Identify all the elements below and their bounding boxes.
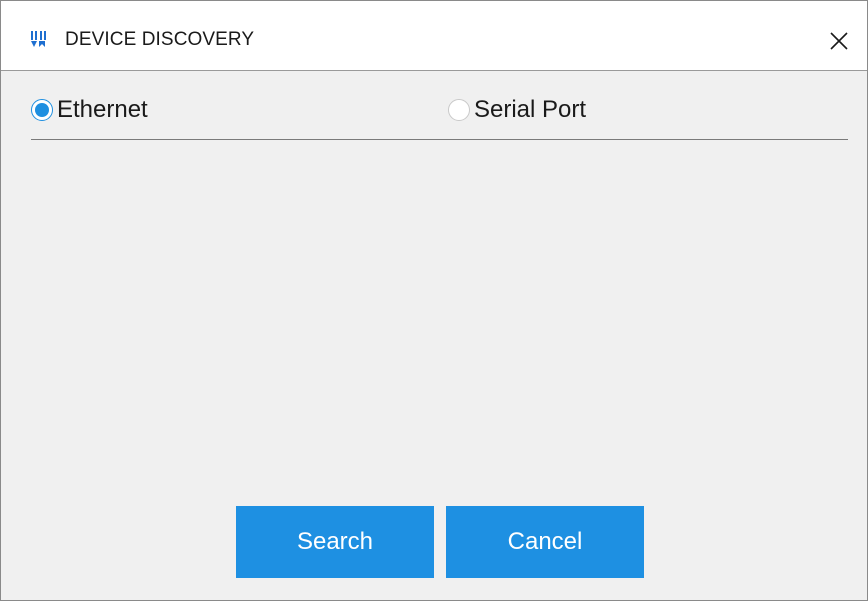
radio-serial-port[interactable]: Serial Port (448, 92, 586, 128)
title-bar: DEVICE DISCOVERY (1, 1, 867, 71)
close-icon (830, 32, 848, 50)
search-button[interactable]: Search (236, 506, 434, 578)
serial-port-radio-button[interactable] (448, 99, 470, 121)
cancel-button[interactable]: Cancel (446, 506, 644, 578)
ethernet-radio-button[interactable] (31, 99, 53, 121)
radio-ethernet[interactable]: Ethernet (31, 92, 148, 128)
divider (31, 139, 848, 140)
close-button[interactable] (821, 23, 857, 59)
window-title: DEVICE DISCOVERY (65, 29, 255, 50)
device-discovery-dialog: DEVICE DISCOVERY Ethernet Serial Port Se… (0, 0, 868, 601)
serial-port-label: Serial Port (474, 96, 587, 123)
honeywell-logo-icon (31, 31, 47, 47)
ethernet-label: Ethernet (57, 96, 148, 123)
